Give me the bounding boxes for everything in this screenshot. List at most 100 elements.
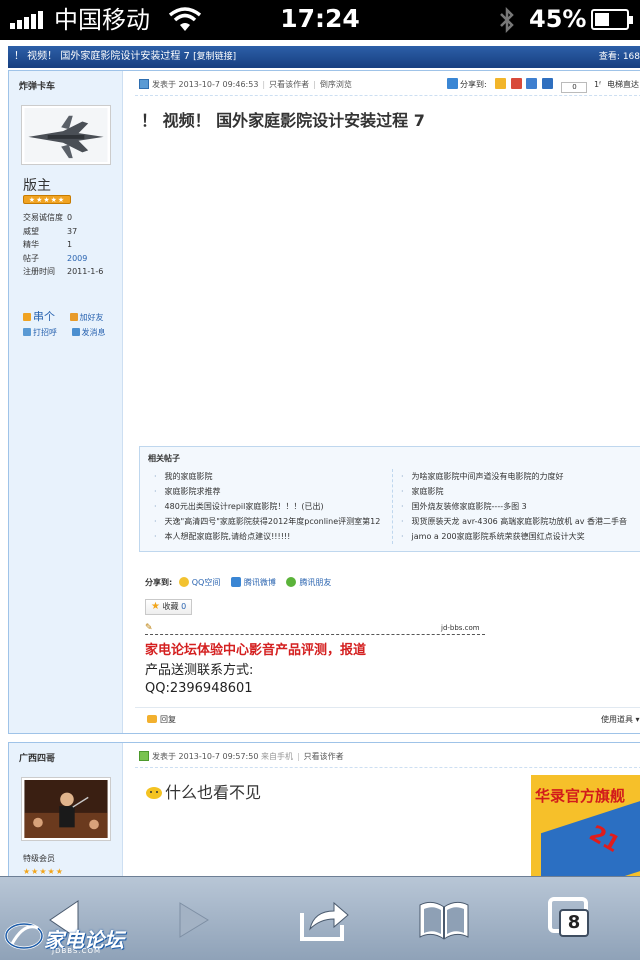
reply-icon: [147, 715, 157, 723]
home-link[interactable]: 串个: [23, 309, 61, 325]
forward-arrow-icon: [179, 902, 209, 938]
star-icon: ★: [151, 601, 160, 612]
post-main: 发表于 2013-10-7 09:57:50 来自手机 | 只看该作者 什么也看不见…: [131, 743, 640, 876]
list-item[interactable]: 家庭影院: [401, 484, 627, 499]
list-item[interactable]: 本人想配家庭影院,请给点建议!!!!!!: [154, 529, 380, 544]
add-friend-link[interactable]: 加好友: [69, 310, 110, 325]
tools-dropdown[interactable]: 使用道具 ▾: [601, 708, 640, 732]
forward-button[interactable]: [166, 895, 222, 945]
post-icon: [139, 751, 149, 761]
tencent-weibo-icon: [230, 577, 241, 587]
divider: [135, 767, 640, 768]
qzone-icon: [178, 577, 189, 587]
pencil-icon: ✎: [145, 623, 153, 633]
signature-qq: QQ:2396948601: [145, 681, 253, 696]
post-icon: [139, 79, 149, 89]
post-main: 发表于 2013-10-7 09:46:53 | 只看该作者 | 倒序浏览 分享到: 0…: [131, 71, 640, 733]
list-item[interactable]: 我的家庭影院: [154, 469, 380, 484]
clover-icon: [286, 577, 297, 587]
post-meta: 发表于 2013-10-7 09:46:53 | 只看该作者 | 倒序浏览: [139, 77, 352, 93]
stat-posts: 帖子 2009: [23, 253, 88, 263]
user-rank: 版主: [23, 178, 51, 194]
share-toolbar: 分享到: 0 1ᶠ: [447, 77, 601, 93]
post: 广西四哥 特级会员 ★★★★★ 发表于 2013-10-7 09:57:50 来…: [8, 742, 640, 876]
reply-button[interactable]: 回复: [147, 708, 176, 732]
author-name[interactable]: 炸弹卡车: [19, 79, 55, 92]
book-icon: [419, 901, 469, 940]
share-button[interactable]: [296, 895, 352, 945]
related-list-left: 我的家庭影院 家庭影院求推荐 480元出类国设计repil家庭影院！！！(已出)…: [154, 469, 381, 544]
list-item[interactable]: jamo a 200家庭影院系统荣获德国红点设计大奖: [401, 529, 627, 544]
advertisement-banner[interactable]: 华录官方旗舰 21: [531, 775, 640, 876]
avatar[interactable]: [21, 105, 111, 165]
floor-icon: 1ᶠ: [593, 80, 602, 89]
share-links: 分享到: QQ空间 腾讯微博 腾讯朋友: [145, 577, 332, 587]
favorite-button[interactable]: ★ 收藏 0: [145, 599, 193, 615]
list-item[interactable]: 为啥家庭影院中间声道没有电影院的力度好: [401, 469, 627, 484]
related-list-right: 为啥家庭影院中间声道没有电影院的力度好 家庭影院 国外烧友装修家庭影院----多…: [392, 469, 627, 544]
user-rank: 特级会员: [23, 854, 55, 863]
view-count: 查看: 168: [598, 52, 640, 62]
message-link[interactable]: 发消息: [71, 325, 112, 340]
stat-digest: 精华 1: [23, 240, 73, 249]
stat-credit: 交易诚信度 0: [23, 213, 73, 222]
stat-prestige: 威望 37: [23, 226, 78, 236]
weibo-icon[interactable]: [510, 78, 522, 89]
avatar[interactable]: [21, 777, 111, 841]
renren-icon[interactable]: [526, 78, 538, 89]
site-watermark: 家电论坛 JDBBS.COM: [4, 916, 128, 956]
author-sidebar: 炸弹卡车 版主 ★★★★★ 交易诚信度 0 威望 37 精华 1 帖子 2009 注册时…: [9, 71, 123, 733]
share-friends-link[interactable]: 腾讯朋友: [286, 577, 331, 587]
bluetooth-icon: [496, 6, 518, 34]
list-item[interactable]: 家庭影院求推荐: [154, 484, 380, 499]
reverse-order-link[interactable]: 倒序浏览: [320, 80, 352, 89]
stat-registered: 注册时间 2011-1-6: [23, 267, 104, 276]
share-qzone-link[interactable]: QQ空间: [178, 577, 220, 587]
related-header: 相关帖子: [148, 454, 180, 463]
list-item[interactable]: 国外烧友装修家庭影院----多图 3: [401, 499, 627, 514]
web-page[interactable]: ！ 视频！ 国外家庭影院设计安装过程 7 [复制链接] 查看: 168 炸弹卡车…: [0, 40, 640, 876]
battery-percentage: 45%: [529, 5, 587, 33]
divider: [135, 95, 640, 96]
signature-divider: ✎ jd-bbs.com: [145, 623, 485, 635]
kaixin-icon[interactable]: [541, 78, 553, 89]
user-actions: 串个 加好友 打招呼 发消息: [23, 309, 118, 340]
post: 炸弹卡车 版主 ★★★★★ 交易诚信度 0 威望 37 精华 1 帖子 2009 注册时…: [8, 70, 640, 734]
share-weibo-link[interactable]: 腾讯微博: [230, 577, 276, 587]
signature-source: jd-bbs.com: [441, 624, 480, 632]
share-plus-icon[interactable]: [447, 78, 458, 89]
list-item[interactable]: 现货原装天龙 avr-4306 高端家庭影院功放机 av 香港二手音: [401, 514, 627, 529]
battery-icon: [591, 9, 633, 30]
author-only-link[interactable]: 只看该作者: [269, 80, 309, 89]
thread-header-title: ！ 视频！ 国外家庭影院设计安装过程 7: [14, 51, 190, 62]
post-footer: 回复 使用道具 ▾: [135, 707, 640, 733]
signature-contact-label: 产品送测联系方式:: [145, 663, 254, 678]
share-icon: [300, 901, 349, 941]
author-name[interactable]: 广西四哥: [19, 751, 55, 764]
rank-stars-icon: ★★★★★: [23, 195, 71, 204]
floor-jump[interactable]: 电梯直达: [607, 77, 639, 93]
fighter-jet-image: [24, 108, 108, 162]
post-title: ！ 视频！ 国外家庭影院设计安装过程 7: [141, 111, 425, 130]
list-item[interactable]: 天逸"高清四号"家庭影院获得2012年度pconline评测室第12: [154, 514, 381, 529]
tabs-count-badge[interactable]: 8: [559, 909, 589, 937]
status-bar: 中国移动 17:24 45%: [0, 0, 640, 40]
friend-icon: [69, 313, 78, 321]
greet-link[interactable]: 打招呼: [23, 325, 63, 340]
greet-icon: [23, 328, 31, 336]
author-sidebar: 广西四哥 特级会员 ★★★★★: [9, 743, 123, 876]
thread-title-bar: ！ 视频！ 国外家庭影院设计安装过程 7 [复制链接] 查看: 168: [8, 46, 640, 68]
watermark-logo-icon: [4, 922, 44, 950]
bookmarks-button[interactable]: [416, 895, 472, 945]
from-mobile: 来自手机: [260, 752, 293, 761]
rank-stars-icon: ★★★★★: [23, 867, 64, 876]
user-stats: 交易诚信度 0 威望 37 精华 1 帖子 2009 注册时间 2011-1-6: [23, 211, 123, 279]
home-icon: [23, 313, 31, 321]
share-count: 0: [561, 82, 588, 93]
author-only-link[interactable]: 只看该作者: [304, 752, 344, 761]
mail-icon: [71, 328, 80, 336]
qzone-icon[interactable]: [495, 78, 507, 89]
related-threads: 相关帖子 我的家庭影院 家庭影院求推荐 480元出类国设计repil家庭影院！！…: [139, 446, 640, 552]
copy-link-button[interactable]: [复制链接]: [193, 52, 236, 62]
list-item[interactable]: 480元出类国设计repil家庭影院！！！(已出): [154, 499, 380, 514]
